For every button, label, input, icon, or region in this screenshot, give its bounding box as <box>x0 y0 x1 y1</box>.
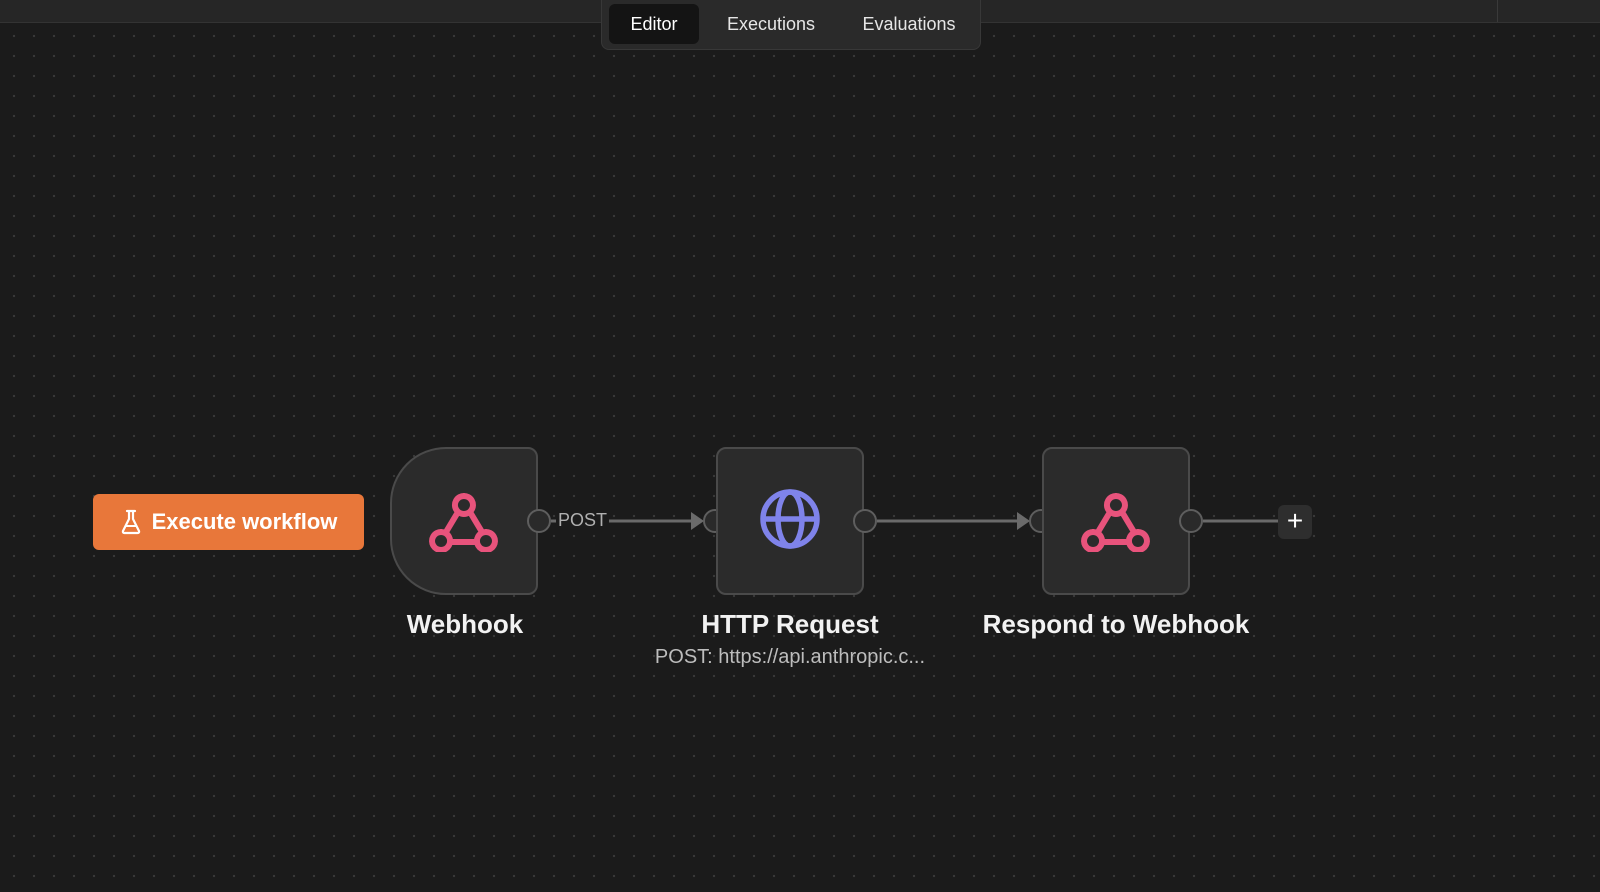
globe-icon <box>758 487 822 556</box>
node-http-request-subtitle: POST: https://api.anthropic.c... <box>654 646 926 668</box>
flask-icon <box>120 509 142 535</box>
node-webhook[interactable] <box>390 447 538 595</box>
webhook-output-handle[interactable] <box>527 509 551 533</box>
add-node-button[interactable]: + <box>1278 505 1312 539</box>
node-respond-to-webhook-label: Respond to Webhook <box>982 609 1250 639</box>
webhook-icon <box>1081 486 1151 557</box>
connections-layer <box>551 512 1278 530</box>
respond-output-handle[interactable] <box>1179 509 1203 533</box>
node-webhook-label: Webhook <box>406 609 524 639</box>
execute-workflow-label: Execute workflow <box>151 509 338 534</box>
execute-workflow-button[interactable]: Execute workflow <box>93 494 364 550</box>
http-output-handle[interactable] <box>853 509 877 533</box>
node-respond-to-webhook[interactable] <box>1042 447 1190 595</box>
edge-label-post: POST <box>556 510 610 531</box>
node-http-request[interactable] <box>716 447 864 595</box>
webhook-icon <box>429 486 499 557</box>
node-http-request-label: HTTP Request <box>701 609 879 639</box>
